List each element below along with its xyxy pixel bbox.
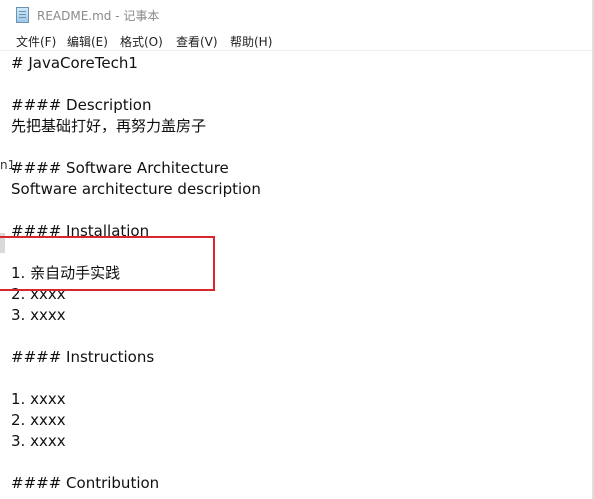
editor-line: #### Software Architecture xyxy=(11,159,229,177)
background-window-fragment: n1 xyxy=(0,158,16,172)
menu-bar: 文件(F) 编辑(E) 格式(O) 查看(V) 帮助(H) xyxy=(0,30,594,51)
menu-view[interactable]: 查看(V) xyxy=(176,33,218,50)
menu-edit[interactable]: 编辑(E) xyxy=(67,33,108,50)
editor-line: 3. xxxx xyxy=(11,306,66,324)
editor-line: #### Description xyxy=(11,96,152,114)
window-title: README.md - 记事本 xyxy=(37,9,160,23)
title-bar: README.md - 记事本 xyxy=(0,0,594,30)
notepad-icon xyxy=(16,7,29,23)
editor-line: 2. xxxx xyxy=(11,411,66,429)
editor-line: 先把基础打好，再努力盖房子 xyxy=(11,117,207,135)
editor-line: # JavaCoreTech1 xyxy=(11,54,138,72)
menu-help[interactable]: 帮助(H) xyxy=(230,33,272,50)
menu-format[interactable]: 格式(O) xyxy=(120,33,163,50)
editor-line: 3. xxxx xyxy=(11,432,66,450)
menu-file[interactable]: 文件(F) xyxy=(16,33,56,50)
highlight-annotation-box xyxy=(0,236,215,291)
editor-line: 1. xxxx xyxy=(11,390,66,408)
editor-line: Software architecture description xyxy=(11,180,261,198)
editor-line: #### Contribution xyxy=(11,474,160,492)
editor-line: #### Instructions xyxy=(11,348,155,366)
